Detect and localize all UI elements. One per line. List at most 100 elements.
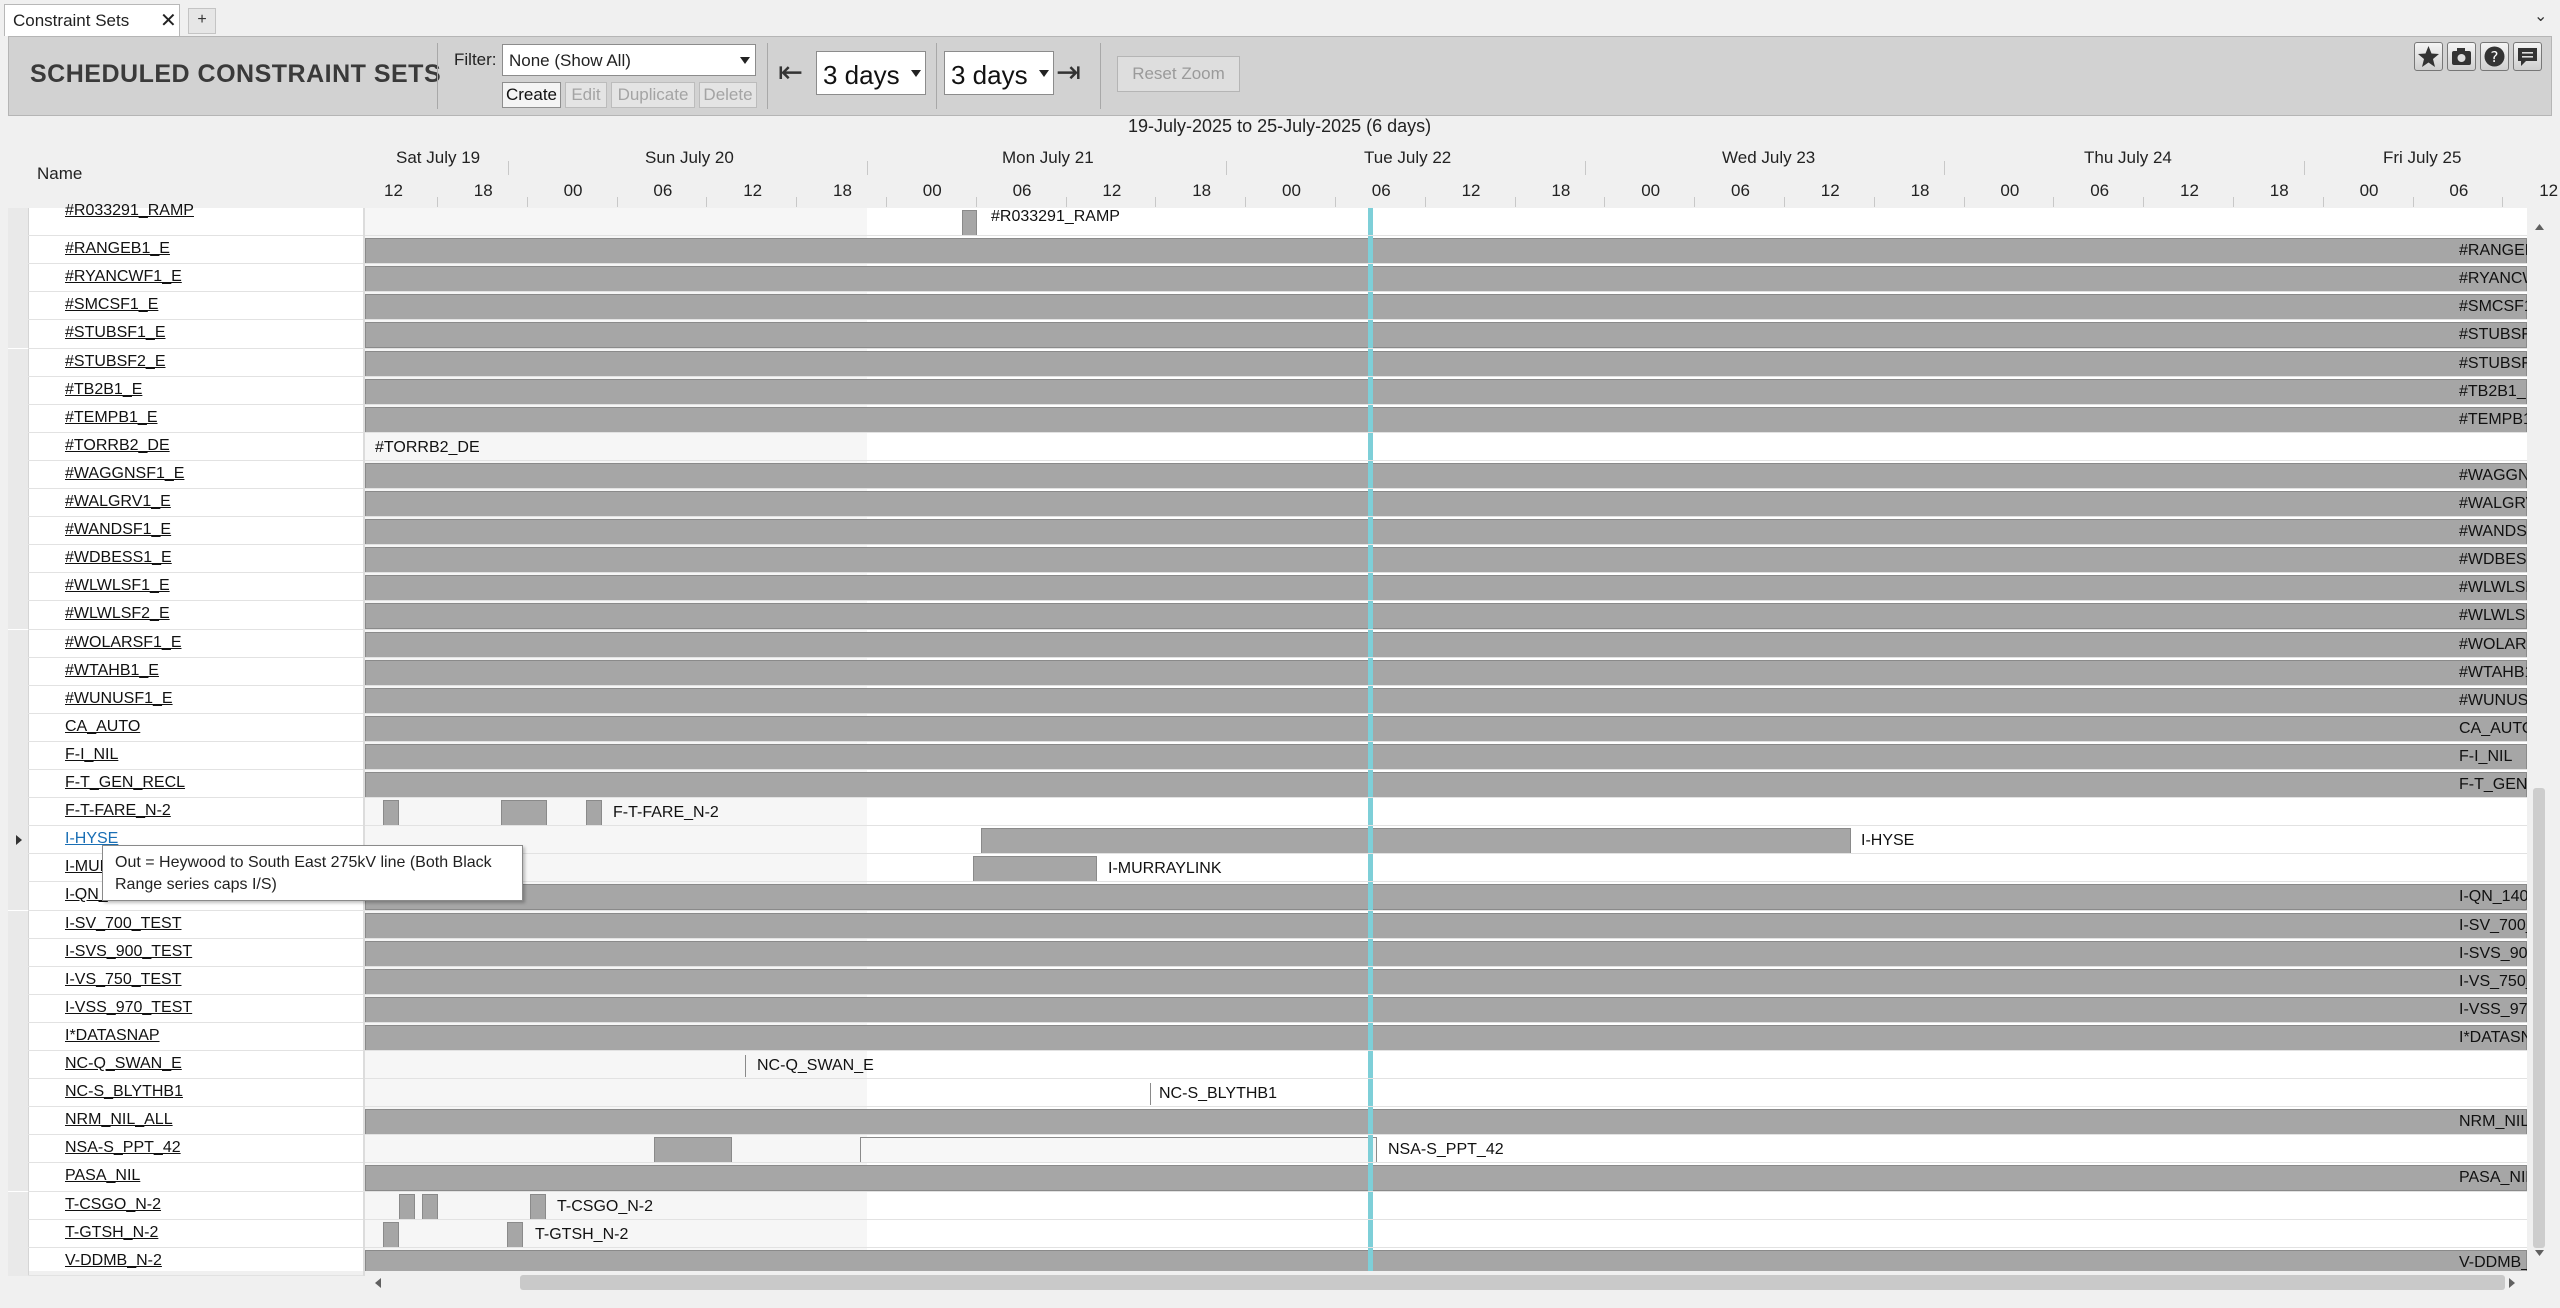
- schedule-bar[interactable]: [365, 715, 2527, 742]
- constraint-set-name[interactable]: #WUNUSF1_E: [65, 690, 173, 708]
- schedule-bar[interactable]: [365, 491, 2527, 518]
- constraint-set-name[interactable]: T-GTSH_N-2: [65, 1224, 158, 1242]
- edit-button[interactable]: Edit: [565, 82, 607, 108]
- nav-start-icon[interactable]: ⇤: [778, 55, 803, 90]
- schedule-bar[interactable]: [365, 378, 2527, 405]
- schedule-bar[interactable]: [654, 1137, 732, 1164]
- constraint-set-name[interactable]: #WTAHB1_E: [65, 662, 159, 680]
- schedule-bar[interactable]: [365, 406, 2527, 433]
- schedule-bar[interactable]: [365, 519, 2527, 546]
- constraint-set-name[interactable]: I-SVS_900_TEST: [65, 943, 192, 961]
- constraint-set-name[interactable]: #WLWLSF2_E: [65, 605, 170, 623]
- row-selector[interactable]: [8, 320, 29, 349]
- schedule-bar[interactable]: [365, 575, 2527, 602]
- constraint-set-name[interactable]: #WOLARSF1_E: [65, 634, 181, 652]
- schedule-bar[interactable]: [365, 462, 2527, 489]
- constraint-set-name[interactable]: #STUBSF1_E: [65, 324, 165, 342]
- schedule-bar[interactable]: [981, 828, 1851, 855]
- schedule-bar[interactable]: [365, 238, 2527, 265]
- schedule-bar[interactable]: [383, 1221, 399, 1248]
- row-selector[interactable]: [8, 292, 29, 321]
- tab-constraint-sets[interactable]: Constraint Sets ✕: [4, 4, 180, 36]
- row-selector[interactable]: [8, 404, 29, 433]
- row-selector[interactable]: [8, 826, 29, 855]
- row-selector[interactable]: [8, 1022, 29, 1051]
- schedule-bar[interactable]: [507, 1221, 523, 1248]
- constraint-set-name[interactable]: #WDBESS1_E: [65, 549, 172, 567]
- constraint-set-name[interactable]: #WANDSF1_E: [65, 521, 171, 539]
- row-selector[interactable]: [8, 713, 29, 742]
- row-selector[interactable]: [8, 657, 29, 686]
- constraint-set-name[interactable]: #TORRB2_DE: [65, 437, 170, 455]
- schedule-bar[interactable]: [365, 996, 2527, 1023]
- vertical-scroll-thumb[interactable]: [2533, 788, 2545, 1248]
- schedule-bar[interactable]: [365, 322, 2527, 349]
- constraint-set-name[interactable]: NC-Q_SWAN_E: [65, 1055, 182, 1073]
- horizontal-scroll-thumb[interactable]: [520, 1275, 2505, 1290]
- comment-icon[interactable]: [2513, 42, 2542, 71]
- constraint-set-name[interactable]: T-CSGO_N-2: [65, 1196, 161, 1214]
- constraint-set-name[interactable]: #WALGRV1_E: [65, 493, 171, 511]
- constraint-set-name[interactable]: NC-S_BLYTHB1: [65, 1083, 183, 1101]
- schedule-bar[interactable]: [365, 1249, 2527, 1271]
- schedule-bar[interactable]: [530, 1193, 546, 1220]
- schedule-bar[interactable]: [365, 350, 2527, 377]
- schedule-bar[interactable]: [365, 884, 2527, 911]
- schedule-bar[interactable]: [365, 631, 2527, 658]
- row-selector[interactable]: [8, 1163, 29, 1192]
- schedule-bar[interactable]: [383, 800, 399, 827]
- constraint-set-name[interactable]: F-T-FARE_N-2: [65, 802, 171, 820]
- schedule-bar[interactable]: [365, 603, 2527, 630]
- row-selector[interactable]: [8, 1191, 29, 1220]
- constraint-set-name[interactable]: F-I_NIL: [65, 746, 118, 764]
- constraint-set-name[interactable]: #STUBSF2_E: [65, 353, 165, 371]
- constraint-set-name[interactable]: PASA_NIL: [65, 1167, 140, 1185]
- schedule-bar[interactable]: [365, 266, 2527, 293]
- constraint-set-name[interactable]: NRM_NIL_ALL: [65, 1111, 173, 1129]
- constraint-set-name[interactable]: #SMCSF1_E: [65, 296, 158, 314]
- star-icon[interactable]: [2414, 42, 2443, 71]
- row-selector[interactable]: [8, 629, 29, 658]
- row-selector[interactable]: [8, 741, 29, 770]
- row-selector[interactable]: [8, 545, 29, 574]
- schedule-bar[interactable]: [365, 547, 2527, 574]
- schedule-bar[interactable]: [860, 1137, 1377, 1164]
- constraint-set-name[interactable]: #RANGEB1_E: [65, 240, 170, 258]
- schedule-bar[interactable]: [365, 940, 2527, 967]
- row-selector[interactable]: [8, 966, 29, 995]
- create-button[interactable]: Create: [502, 82, 561, 108]
- constraint-set-name[interactable]: #WLWLSF1_E: [65, 577, 170, 595]
- constraint-set-name[interactable]: #TB2B1_E: [65, 381, 142, 399]
- constraint-set-name[interactable]: V-DDMB_N-2: [65, 1252, 162, 1270]
- schedule-bar[interactable]: [973, 856, 1097, 883]
- constraint-set-name[interactable]: F-T_GEN_RECL: [65, 774, 185, 792]
- schedule-bar[interactable]: [365, 1109, 2527, 1136]
- constraint-set-name[interactable]: #TEMPB1_E: [65, 409, 157, 427]
- constraint-set-name[interactable]: I-SV_700_TEST: [65, 915, 182, 933]
- nav-end-icon[interactable]: ⇥: [1056, 55, 1081, 90]
- schedule-bar[interactable]: [365, 772, 2527, 799]
- row-selector[interactable]: [8, 910, 29, 939]
- chevron-down-icon[interactable]: ⌄: [2534, 6, 2547, 26]
- constraint-set-name[interactable]: I-VSS_970_TEST: [65, 999, 192, 1017]
- camera-icon[interactable]: [2447, 42, 2476, 71]
- schedule-bar[interactable]: [745, 1055, 746, 1078]
- row-selector[interactable]: [8, 994, 29, 1023]
- schedule-bar[interactable]: [962, 210, 977, 237]
- row-selector[interactable]: [8, 460, 29, 489]
- constraint-set-name[interactable]: I-VS_750_TEST: [65, 971, 182, 989]
- row-selector[interactable]: [8, 489, 29, 518]
- constraint-set-name[interactable]: CA_AUTO: [65, 718, 140, 736]
- row-selector[interactable]: [8, 573, 29, 602]
- schedule-bar[interactable]: [365, 687, 2527, 714]
- schedule-bar[interactable]: [399, 1193, 415, 1220]
- row-selector[interactable]: [8, 798, 29, 827]
- row-selector[interactable]: [8, 1051, 29, 1080]
- row-selector[interactable]: [8, 1135, 29, 1164]
- zoom-window-select[interactable]: 3 days: [816, 51, 926, 95]
- row-selector[interactable]: [8, 1079, 29, 1108]
- schedule-bar[interactable]: [422, 1193, 438, 1220]
- schedule-bar[interactable]: [365, 912, 2527, 939]
- row-selector[interactable]: [8, 376, 29, 405]
- constraint-set-name[interactable]: #RYANCWF1_E: [65, 268, 182, 286]
